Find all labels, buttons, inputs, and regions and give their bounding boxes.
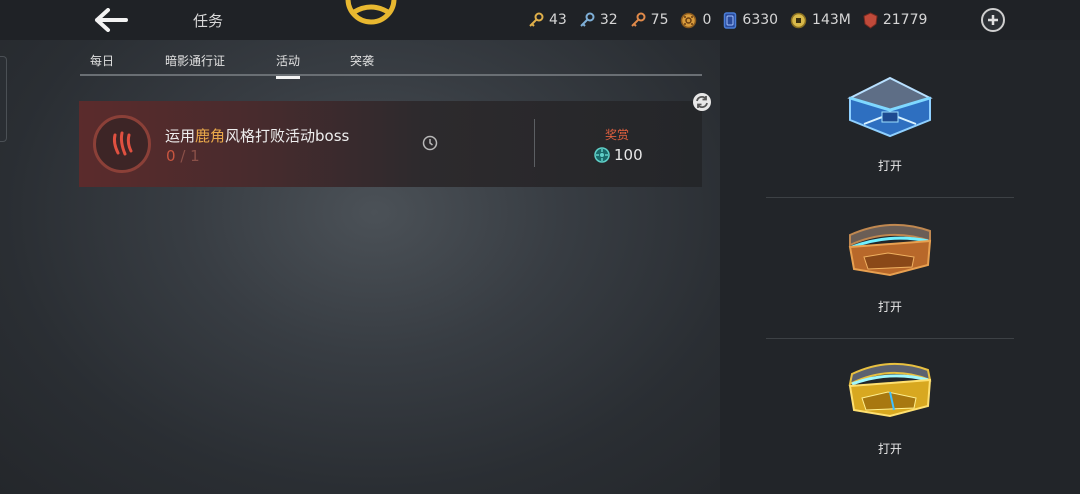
- progress-total: 1: [190, 147, 200, 165]
- currency-value: 143M: [812, 12, 851, 28]
- red-gem-icon: [863, 11, 878, 29]
- currency-value: 0: [702, 12, 712, 28]
- tab-shadow-pass[interactable]: 暗影通行证: [165, 52, 225, 77]
- quest-title-highlight: 鹿角: [195, 127, 226, 145]
- orange-key-icon: [630, 12, 646, 27]
- blue-card-icon: [724, 11, 737, 29]
- plus-icon: [988, 15, 998, 25]
- tab-daily[interactable]: 每日: [90, 52, 114, 77]
- back-button[interactable]: [92, 4, 130, 36]
- card-divider: [534, 119, 535, 167]
- blue-chest-icon: [847, 76, 933, 138]
- gold-ring-coin-icon: [790, 12, 807, 28]
- currency-gold-token[interactable]: 0: [680, 12, 711, 29]
- quest-icon: [93, 115, 151, 173]
- currency-value: 6330: [742, 12, 779, 28]
- progress-separator: /: [180, 147, 186, 165]
- top-bar: 任务 43 32 75 0 6330 143M 21779: [0, 0, 1080, 40]
- chest-panel: 打开 打开 打开: [720, 40, 1080, 494]
- currency-blue-key[interactable]: 32: [579, 12, 618, 28]
- currency-orange-key[interactable]: 75: [630, 12, 669, 28]
- chest-slot-blue[interactable]: 打开: [766, 60, 1014, 200]
- reward-label: 奖赏: [605, 128, 630, 142]
- chest-slot-gold[interactable]: 打开: [766, 344, 1014, 484]
- open-chest-button[interactable]: 打开: [766, 298, 1014, 315]
- quest-card[interactable]: 运用鹿角风格打败活动boss 0 / 1 奖赏 100: [79, 101, 702, 187]
- currency-blue-card[interactable]: 6330: [723, 11, 779, 29]
- currency-bar: 43 32 75 0 6330 143M 21779: [528, 9, 939, 31]
- gold-chest-icon: [848, 362, 932, 418]
- currency-value: 75: [650, 12, 669, 28]
- currency-value: 32: [599, 12, 618, 28]
- chest-slot-bronze[interactable]: 打开: [766, 203, 1014, 343]
- open-chest-button[interactable]: 打开: [766, 440, 1014, 457]
- currency-red-gem[interactable]: 21779: [863, 11, 928, 29]
- blue-key-icon: [580, 12, 595, 27]
- refresh-icon[interactable]: [692, 92, 712, 112]
- gold-key-icon: [529, 12, 544, 27]
- tab-raid[interactable]: 突袭: [350, 52, 374, 77]
- chest-divider: [766, 338, 1014, 339]
- claw-marks-icon: [112, 131, 133, 156]
- teal-token-icon: [594, 147, 610, 163]
- reward-value: 100: [594, 146, 643, 164]
- add-currency-button[interactable]: [981, 8, 1005, 32]
- currency-value: 43: [549, 12, 567, 28]
- open-chest-button[interactable]: 打开: [766, 157, 1014, 174]
- quest-title: 运用鹿角风格打败活动boss: [165, 125, 349, 146]
- quest-title-prefix: 运用: [165, 127, 196, 145]
- side-drawer-handle[interactable]: [0, 56, 7, 142]
- back-arrow-icon: [95, 8, 128, 32]
- tab-event[interactable]: 活动: [276, 52, 301, 79]
- progress-current: 0: [166, 147, 176, 165]
- quest-tabs: 每日 暗影通行证 活动 突袭: [80, 46, 702, 79]
- currency-gold-key[interactable]: 43: [528, 12, 567, 28]
- currency-value: 21779: [882, 12, 928, 28]
- gold-coin-token-icon: [681, 12, 697, 28]
- quest-title-suffix: 风格打败活动boss: [225, 127, 350, 145]
- currency-gold-coin[interactable]: 143M: [790, 12, 851, 29]
- reward-amount: 100: [614, 146, 643, 164]
- faction-emblem-icon: [345, 0, 397, 25]
- page-title: 任务: [193, 12, 224, 30]
- clock-icon: [422, 135, 438, 151]
- chest-divider: [766, 197, 1014, 198]
- bronze-chest-icon: [848, 223, 932, 277]
- quest-progress: 0 / 1: [166, 147, 200, 165]
